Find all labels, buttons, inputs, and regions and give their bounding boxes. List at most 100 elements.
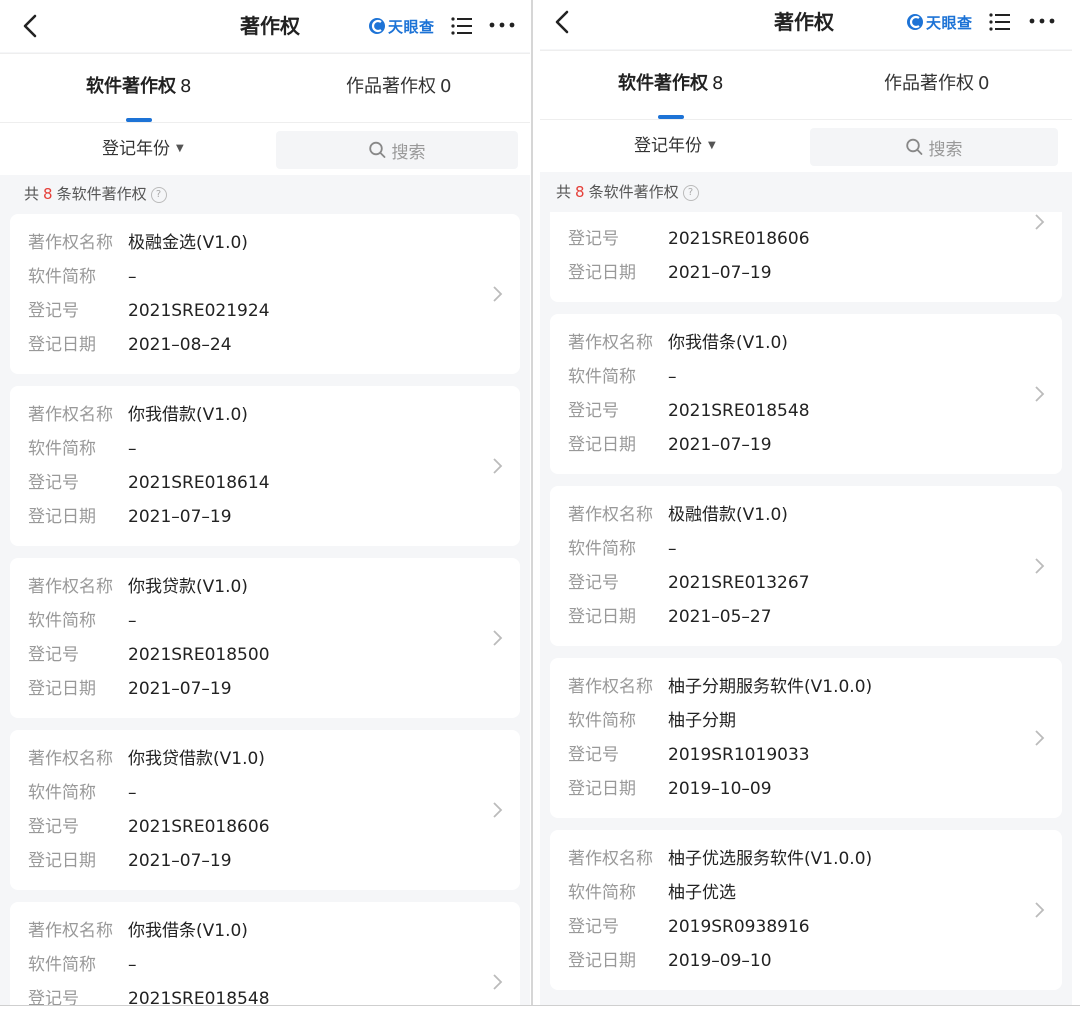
record-field-date: 登记日期 2021–07–19: [28, 846, 232, 876]
field-value: 2021–08–24: [128, 335, 232, 355]
field-value: 2021SRE013267: [668, 573, 810, 593]
record-card[interactable]: 著作权名称你我借条(V1.0)软件简称–登记号2021SRE018548登记日期…: [550, 314, 1062, 474]
record-field-short: 软件简称 柚子分期: [568, 706, 736, 736]
search-placeholder: 搜索: [928, 139, 963, 160]
field-label: 登记号: [28, 989, 79, 1005]
tab-bar: 软件著作权 8 作品著作权 0: [0, 53, 530, 122]
record-card[interactable]: 著作权名称 你我贷款(V1.0) 软件简称 – 登记号 2021SRE018500 登记日期…: [10, 558, 520, 718]
record-card[interactable]: 著作权名称 柚子优选服务软件(V1.0.0) 软件简称 柚子优选 登记号 2019SR09…: [550, 830, 1062, 990]
field-label: 软件简称: [28, 611, 96, 631]
record-field-name: 著作权名称 你我借条(V1.0): [28, 916, 248, 946]
record-field-date: 登记日期 2021–07–19: [28, 674, 232, 704]
record-field-short: 软件简称 –: [28, 606, 137, 636]
back-arrow-icon[interactable]: [18, 12, 46, 40]
chevron-right-icon: [493, 458, 503, 474]
more-dots-icon[interactable]: [488, 18, 516, 32]
record-card[interactable]: 著作权名称 你我借款(V1.0) 软件简称 – 登记号 2021SRE018614 登记日期…: [10, 386, 520, 546]
record-card[interactable]: 著作权名称你我贷借款(V1.0)软件简称–登记号2021SRE018606登记日…: [550, 212, 1062, 302]
record-field-name: 著作权名称 柚子分期服务软件(V1.0.0): [568, 672, 872, 702]
field-value: 柚子分期服务软件(V1.0.0): [668, 677, 873, 697]
record-card[interactable]: 著作权名称你我贷借款(V1.0)软件简称–登记号2021SRE018606登记日…: [10, 730, 520, 890]
field-value: 你我借款(V1.0): [128, 405, 248, 425]
field-value: 2021–05–27: [668, 607, 772, 627]
field-label: 登记号: [568, 573, 619, 593]
record-field-short: 软件简称 –: [28, 778, 137, 808]
field-value: 2019SR0938916: [668, 917, 810, 937]
search-icon: [906, 138, 923, 155]
field-label: 登记号: [28, 301, 79, 321]
field-value: 2019SR1019033: [668, 745, 810, 765]
field-label: 软件简称: [28, 439, 96, 459]
back-arrow-icon[interactable]: [550, 8, 578, 36]
record-card[interactable]: 著作权名称 柚子分期服务软件(V1.0.0) 软件简称 柚子分期登记号 2019SR10…: [550, 658, 1062, 818]
list-menu-icon[interactable]: [988, 10, 1012, 34]
search-placeholder: 搜索: [391, 142, 426, 163]
year-filter-dropdown[interactable]: 登记年份 ▼: [102, 123, 184, 175]
field-value: 极融借款(V1.0): [668, 505, 788, 525]
field-value: 2021SRE018606: [128, 817, 270, 837]
field-value: 柚子优选服务软件(V1.0.0): [668, 849, 873, 869]
chevron-right-icon: [493, 802, 503, 818]
brand-logo[interactable]: 天眼查: [906, 10, 973, 34]
help-icon[interactable]: ?: [682, 184, 699, 201]
chevron-right-icon: [1035, 214, 1045, 230]
record-card[interactable]: 著作权名称 极融借款(V1.0) 软件简称 – 登记号 2021SRE013267 登记日期…: [550, 486, 1062, 646]
list-menu-icon[interactable]: [450, 14, 474, 38]
field-label: 著作权名称: [28, 921, 113, 941]
chevron-right-icon: [1035, 902, 1045, 918]
field-value: 你我贷借款(V1.0): [128, 749, 265, 769]
record-field-name: 著作权名称 极融金选(V1.0): [28, 228, 248, 258]
field-value: 你我借条(V1.0): [128, 921, 248, 941]
field-label: 软件简称: [568, 711, 636, 731]
tab-count: 8: [712, 73, 724, 94]
summary-count: 8: [575, 183, 585, 201]
field-value: 2021SRE018548: [668, 401, 810, 421]
field-label: 登记日期: [568, 607, 636, 627]
record-field-date: 登记日期 2021–05–27: [568, 602, 772, 632]
record-field-reg-no: 登记号 2021SRE018548: [28, 984, 270, 1005]
field-label: 登记号: [568, 745, 619, 765]
record-field-name: 著作权名称 柚子优选服务软件(V1.0.0): [568, 844, 872, 874]
record-field-date: 登记日期 2021–08–24: [28, 330, 232, 360]
field-label: 软件简称: [568, 883, 636, 903]
year-filter-dropdown[interactable]: 登记年份 ▼: [634, 120, 716, 172]
field-label: 著作权名称: [568, 505, 653, 525]
chevron-right-icon: [1035, 386, 1045, 402]
field-value: –: [128, 439, 137, 459]
field-label: 登记号: [568, 917, 619, 937]
field-label: 登记号: [28, 473, 79, 493]
chevron-right-icon: [1035, 730, 1045, 746]
record-card[interactable]: 著作权名称 极融金选(V1.0) 软件简称 – 登记号 2021SRE021924 登记日期…: [10, 214, 520, 374]
tab-software-copyright[interactable]: 软件著作权 8: [86, 54, 191, 120]
help-icon[interactable]: ?: [150, 186, 167, 203]
more-dots-icon[interactable]: [1028, 14, 1056, 28]
brand-logo[interactable]: 天眼查: [368, 14, 435, 38]
record-field-date: 登记日期 2021–07–19: [28, 502, 232, 532]
tab-bar: 软件著作权 8 作品著作权 0: [540, 50, 1072, 119]
chevron-right-icon: [1035, 558, 1045, 574]
bottom-border: [0, 1005, 1080, 1006]
year-filter-label: 登记年份: [634, 136, 702, 156]
search-input[interactable]: 搜索: [276, 131, 518, 169]
field-label: 软件简称: [568, 539, 636, 559]
tab-software-copyright[interactable]: 软件著作权 8: [618, 51, 723, 117]
record-card[interactable]: 著作权名称你我借条(V1.0)软件简称–登记号2021SRE018548登记日期…: [10, 902, 520, 1005]
field-label: 软件简称: [568, 367, 636, 387]
page-title: 著作权: [240, 14, 300, 38]
field-value: –: [668, 367, 677, 387]
search-input[interactable]: 搜索: [810, 128, 1058, 166]
tab-works-copyright[interactable]: 作品著作权 0: [346, 54, 451, 120]
field-value: 2019–10–09: [668, 779, 772, 799]
record-list: 著作权名称你我贷借款(V1.0)软件简称–登记号2021SRE018606登记日…: [540, 212, 1072, 1005]
record-field-short: 软件简称 –: [28, 950, 137, 980]
record-field-short: 软件简称 –: [568, 362, 677, 392]
record-field-name: 著作权名称 你我借条(V1.0): [568, 328, 788, 358]
chevron-right-icon: [493, 630, 503, 646]
result-summary: 共 8 条软件著作权?: [24, 174, 167, 214]
field-value: –: [128, 955, 137, 975]
tab-works-copyright[interactable]: 作品著作权 0: [884, 51, 989, 117]
filter-bar: 登记年份 ▼ 搜索: [540, 119, 1072, 172]
record-field-reg-no: 登记号 2021SRE018614: [28, 468, 270, 498]
brand-text: 天眼查: [388, 17, 435, 36]
record-field-reg-no: 登记号 2021SRE018548: [568, 396, 810, 426]
